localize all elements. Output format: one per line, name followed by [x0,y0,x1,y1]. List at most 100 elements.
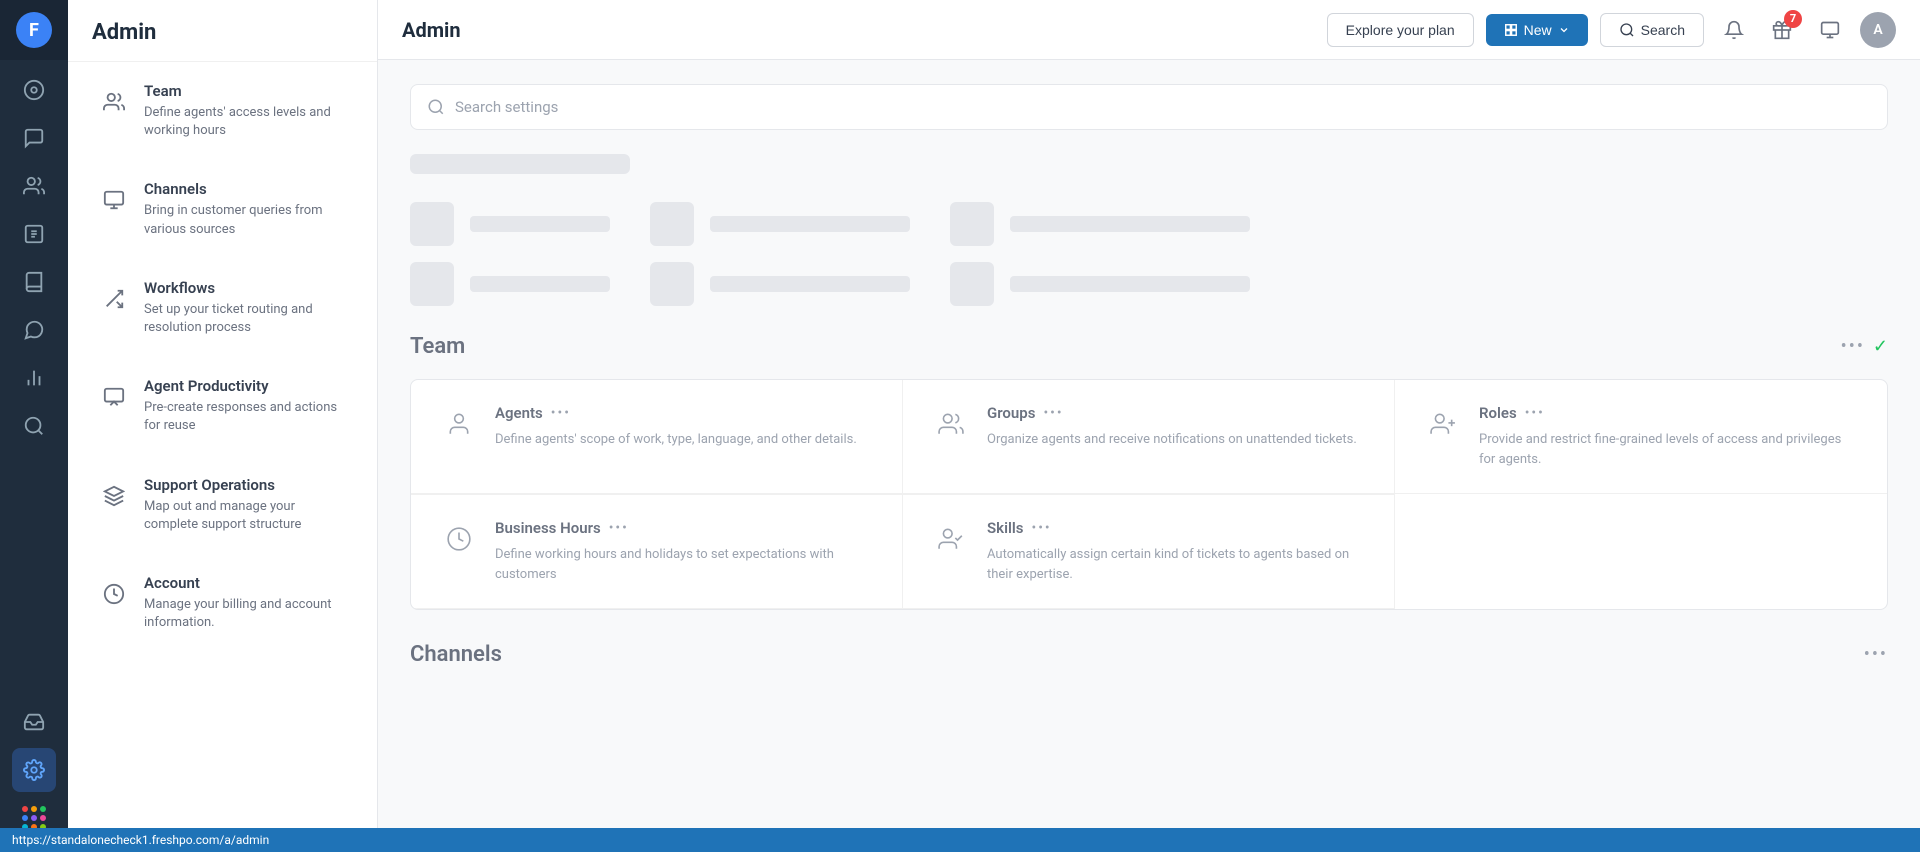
groups-card-content: Groups ••• Organize agents and receive n… [987,404,1357,469]
nav-items [0,60,68,700]
team-section-title: Team [410,334,465,359]
channels-section-header: Channels ••• [410,642,1888,667]
helpdesk-icon [1820,20,1840,40]
nav-logo[interactable]: F [0,0,68,60]
sidebar-agent-productivity-text: Agent Productivity Pre-create responses … [144,377,349,435]
sidebar-item-workflows[interactable]: Workflows Set up your ticket routing and… [76,263,369,353]
channels-section-dots[interactable]: ••• [1864,644,1888,665]
support-operations-icon [96,478,132,514]
nav-item-settings[interactable] [12,748,56,792]
business-hours-desc: Define working hours and holidays to set… [495,545,874,584]
business-hours-card-content: Business Hours ••• Define working hours … [495,519,874,584]
nav-item-contacts[interactable] [12,164,56,208]
skeleton-line-5 [710,276,910,292]
skeleton-area [410,154,1888,306]
groups-icon [931,404,971,444]
nav-item-analytics[interactable] [12,356,56,400]
explore-plan-button[interactable]: Explore your plan [1327,13,1474,47]
sidebar-item-support-operations[interactable]: Support Operations Map out and manage yo… [76,460,369,550]
business-hours-icon [439,519,479,559]
nav-item-chat[interactable] [12,308,56,352]
skeleton-line-1 [470,216,610,232]
agents-title: Agents [495,404,543,422]
sidebar-item-agent-productivity[interactable]: Agent Productivity Pre-create responses … [76,361,369,451]
chevron-down-icon [1558,24,1570,36]
skeleton-sq-3 [950,202,994,246]
sidebar-channels-text: Channels Bring in customer queries from … [144,180,349,238]
roles-icon [1423,404,1463,444]
skills-card-content: Skills ••• Automatically assign certain … [987,519,1366,584]
user-avatar[interactable]: A [1860,12,1896,48]
skeleton-row-1 [410,202,1888,246]
sidebar-workflows-text: Workflows Set up your ticket routing and… [144,279,349,337]
roles-desc: Provide and restrict fine-grained levels… [1479,430,1859,469]
nav-item-search[interactable] [12,404,56,448]
skeleton-sq-4 [410,262,454,306]
channels-section: Channels ••• [410,642,1888,667]
skeleton-line-4 [470,276,610,292]
nav-item-inbox[interactable] [12,700,56,744]
skeleton-sq-6 [950,262,994,306]
workflows-icon [96,281,132,317]
sidebar-item-channels[interactable]: Channels Bring in customer queries from … [76,164,369,254]
skills-desc: Automatically assign certain kind of tic… [987,545,1366,584]
search-button[interactable]: Search [1600,13,1704,47]
nav-rail: F [0,0,68,852]
grid-dots-icon [22,806,46,830]
status-url: https://standalonecheck1.freshpo.com/a/a… [12,833,269,847]
groups-title: Groups [987,404,1035,422]
nav-item-conversations[interactable] [12,116,56,160]
team-section-check: ✓ [1873,336,1888,357]
sidebar-item-team[interactable]: Team Define agents' access levels and wo… [76,66,369,156]
agents-card[interactable]: Agents ••• Define agents' scope of work,… [411,380,903,494]
skeleton-sq-2 [650,202,694,246]
new-button[interactable]: New [1486,14,1588,46]
bell-icon [1724,20,1744,40]
agent-productivity-icon [96,379,132,415]
agents-title-row: Agents ••• [495,404,857,422]
sidebar-title: Admin [68,0,377,62]
team-cards-grid: Agents ••• Define agents' scope of work,… [411,380,1887,609]
page-title: Admin [402,18,461,42]
team-section-header: Team ••• ✓ [410,334,1888,359]
team-section-dots[interactable]: ••• [1841,336,1865,357]
nav-item-reports[interactable] [12,212,56,256]
nav-item-kb[interactable] [12,260,56,304]
channels-section-actions: ••• [1864,644,1888,665]
helpdesk-icon-button[interactable] [1812,12,1848,48]
roles-dots[interactable]: ••• [1525,405,1545,421]
groups-card[interactable]: Groups ••• Organize agents and receive n… [903,380,1395,494]
skeleton-line-6 [1010,276,1250,292]
account-icon [96,576,132,612]
channels-icon [96,182,132,218]
roles-title-row: Roles ••• [1479,404,1859,422]
business-hours-card[interactable]: Business Hours ••• Define working hours … [411,494,903,609]
business-hours-title: Business Hours [495,519,601,537]
app-logo: F [16,12,52,48]
business-hours-title-row: Business Hours ••• [495,519,874,537]
notification-badge: 7 [1784,10,1802,28]
gift-icon-button[interactable]: 7 [1764,12,1800,48]
notification-bell[interactable] [1716,12,1752,48]
agents-icon [439,404,479,444]
channels-section-title: Channels [410,642,502,667]
nav-item-home[interactable] [12,68,56,112]
skills-dots[interactable]: ••• [1031,520,1051,536]
roles-title: Roles [1479,404,1517,422]
skills-card[interactable]: Skills ••• Automatically assign certain … [903,494,1395,609]
agents-card-content: Agents ••• Define agents' scope of work,… [495,404,857,469]
main-area: Admin Explore your plan New Search 7 A S… [378,0,1920,852]
skeleton-row-2 [410,262,1888,306]
search-settings-bar[interactable]: Search settings [410,84,1888,130]
new-icon [1504,23,1518,37]
team-icon [96,84,132,120]
sidebar: Admin Team Define agents' access levels … [68,0,378,852]
roles-card[interactable]: Roles ••• Provide and restrict fine-grai… [1395,380,1887,494]
sidebar-support-ops-text: Support Operations Map out and manage yo… [144,476,349,534]
groups-dots[interactable]: ••• [1043,405,1063,421]
agents-dots[interactable]: ••• [551,405,571,421]
sidebar-item-account[interactable]: Account Manage your billing and account … [76,558,369,648]
business-hours-dots[interactable]: ••• [609,520,629,536]
roles-card-content: Roles ••• Provide and restrict fine-grai… [1479,404,1859,469]
topbar: Admin Explore your plan New Search 7 A [378,0,1920,60]
